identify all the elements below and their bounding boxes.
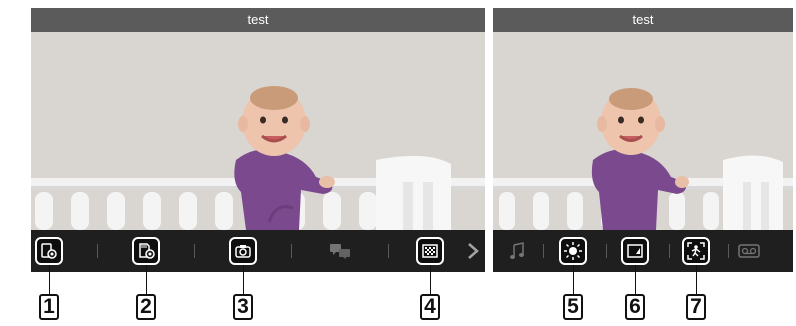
screen-title: test: [31, 8, 485, 32]
camera-feed: [31, 32, 485, 230]
toolbar-divider: [388, 244, 389, 258]
callout-leader: [573, 265, 574, 294]
snapshot-button[interactable]: [229, 237, 257, 265]
display-mode-button[interactable]: [621, 237, 649, 265]
manual-figure: test test 1 2 3 4 5 6 7: [0, 0, 796, 326]
toolbar-divider: [291, 244, 292, 258]
camera-slot-icon: [41, 243, 57, 259]
callout-leader: [696, 265, 697, 294]
brightness-icon: [564, 242, 582, 260]
baby-in-crib-image: [31, 32, 485, 230]
toolbar-divider: [97, 244, 98, 258]
sd-card-button[interactable]: [132, 237, 160, 265]
toolbar-divider: [543, 244, 544, 258]
callout-label-2: 2: [136, 294, 156, 320]
zoom-grid-icon: [422, 244, 438, 258]
camera-feed: [493, 32, 793, 230]
callout-label-7: 7: [686, 294, 706, 320]
lullaby-button[interactable]: [503, 237, 531, 265]
next-toolbar-button[interactable]: [459, 237, 485, 265]
callout-label-5: 5: [563, 294, 583, 320]
pan-tilt-button[interactable]: [682, 237, 710, 265]
talk-icon: [330, 244, 350, 259]
display-mode-icon: [627, 244, 643, 258]
control-toolbar: [31, 230, 485, 272]
control-toolbar: [493, 230, 793, 272]
callout-leader: [49, 265, 50, 294]
toolbar-divider: [606, 244, 607, 258]
screen-title: test: [493, 8, 793, 32]
callout-leader: [430, 265, 431, 294]
camera-slot-button[interactable]: [35, 237, 63, 265]
voice-record-button[interactable]: [735, 237, 763, 265]
camera-snapshot-icon: [235, 245, 251, 258]
pan-tilt-icon: [687, 242, 705, 260]
camera-view-screen-1: test: [31, 8, 485, 272]
callout-label-1: 1: [39, 294, 59, 320]
toolbar-divider: [728, 244, 729, 258]
toolbar-divider: [194, 244, 195, 258]
baby-in-crib-image: [493, 32, 793, 230]
toolbar-divider: [669, 244, 670, 258]
callout-leader: [635, 265, 636, 294]
callout-label-6: 6: [625, 294, 645, 320]
callout-leader: [146, 265, 147, 294]
talk-button[interactable]: [326, 237, 354, 265]
sd-card-camera-icon: [139, 243, 155, 259]
callout-label-3: 3: [233, 294, 253, 320]
zoom-button[interactable]: [416, 237, 444, 265]
brightness-button[interactable]: [559, 237, 587, 265]
voicemail-icon: [738, 244, 760, 258]
music-note-icon: [510, 242, 524, 259]
chevron-right-icon: [468, 243, 479, 259]
callout-label-4: 4: [420, 294, 440, 320]
callout-leader: [243, 265, 244, 294]
camera-view-screen-2: test: [493, 8, 793, 272]
